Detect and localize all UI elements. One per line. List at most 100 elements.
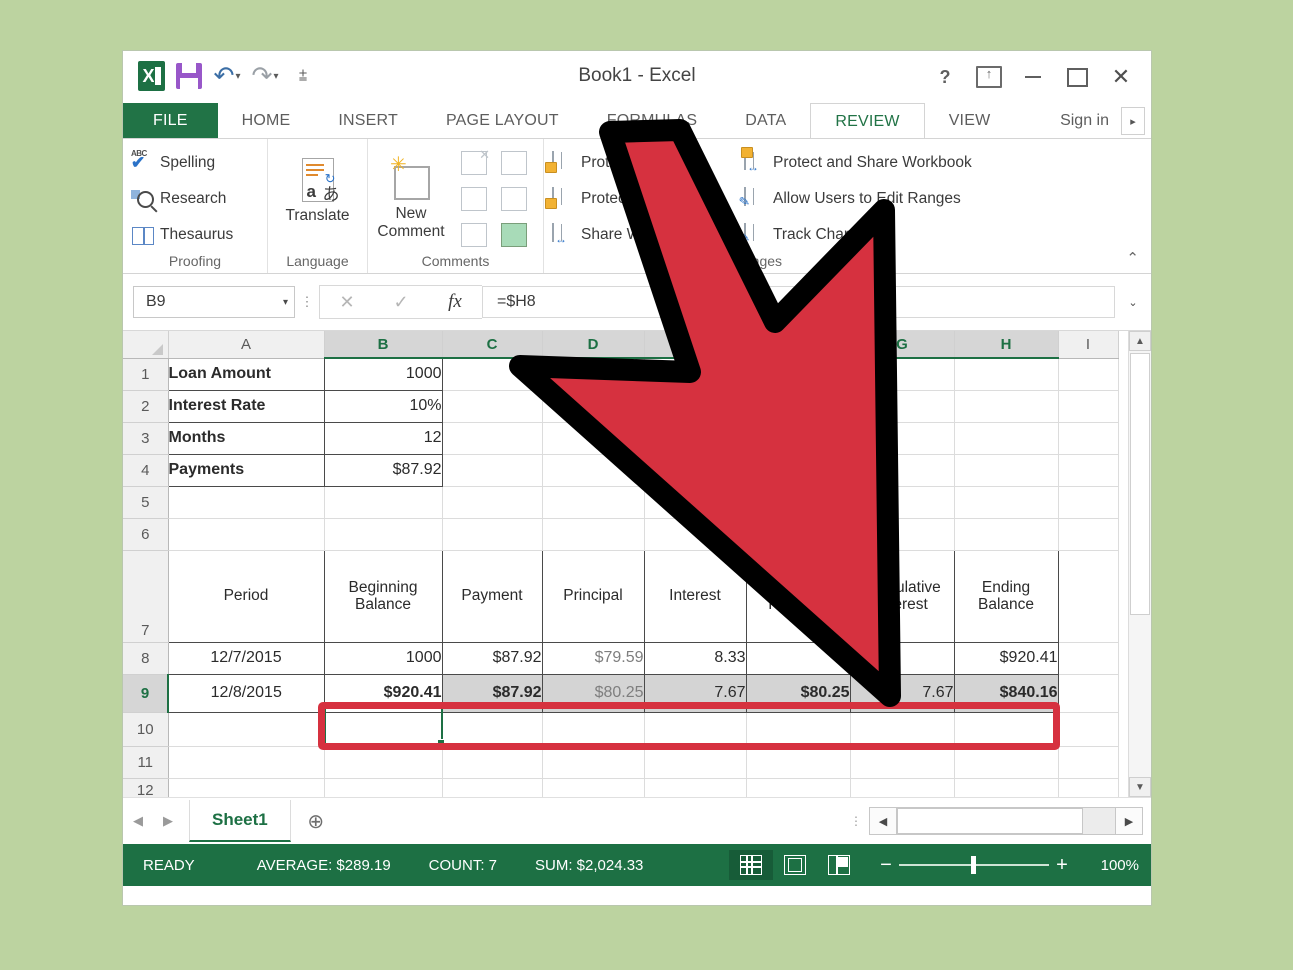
cell-C2[interactable] — [442, 390, 542, 422]
cell-I1[interactable] — [1058, 358, 1118, 390]
cell-C10[interactable] — [442, 712, 542, 746]
scroll-up-icon[interactable]: ▲ — [1129, 331, 1151, 351]
cell-F7[interactable]: Cumulative Principal — [746, 550, 850, 642]
row-header-11[interactable]: 11 — [123, 746, 168, 778]
delete-comment-button[interactable]: ✕ — [454, 145, 494, 181]
cell-B5[interactable] — [324, 486, 442, 518]
cell-G4[interactable] — [850, 454, 954, 486]
col-header-A[interactable]: A — [168, 331, 324, 358]
cell-D7[interactable]: Principal — [542, 550, 644, 642]
cell-E11[interactable] — [644, 746, 746, 778]
row-header-3[interactable]: 3 — [123, 422, 168, 454]
show-hide-comment-button[interactable] — [494, 181, 534, 217]
cell-A5[interactable] — [168, 486, 324, 518]
track-changes-button[interactable]: ✎ Track Changes ▾ — [736, 217, 1036, 253]
cell-H3[interactable] — [954, 422, 1058, 454]
cell-F3[interactable] — [746, 422, 850, 454]
cell-D4[interactable] — [542, 454, 644, 486]
cell-G10[interactable] — [850, 712, 954, 746]
cell-B11[interactable] — [324, 746, 442, 778]
formula-input[interactable]: =$H8 — [482, 286, 1115, 318]
normal-view-icon[interactable] — [729, 850, 773, 880]
cell-E7[interactable]: Interest — [644, 550, 746, 642]
cell-I10[interactable] — [1058, 712, 1118, 746]
cell-D2[interactable] — [542, 390, 644, 422]
scroll-down-icon[interactable]: ▼ — [1129, 777, 1151, 797]
cell-G1[interactable] — [850, 358, 954, 390]
share-workbook-button[interactable]: ↔ Share Workbook — [544, 217, 736, 253]
cell-C5[interactable] — [442, 486, 542, 518]
cell-F11[interactable] — [746, 746, 850, 778]
cell-H6[interactable] — [954, 518, 1058, 550]
cell-G2[interactable] — [850, 390, 954, 422]
cell-F5[interactable] — [746, 486, 850, 518]
cell-E8[interactable]: 8.33 — [644, 642, 746, 674]
horizontal-scrollbar[interactable] — [897, 807, 1115, 835]
cell-A11[interactable] — [168, 746, 324, 778]
cell-H11[interactable] — [954, 746, 1058, 778]
cell-E5[interactable] — [644, 486, 746, 518]
cell-D6[interactable] — [542, 518, 644, 550]
research-button[interactable]: Research — [123, 181, 267, 217]
col-header-D[interactable]: D — [542, 331, 644, 358]
cell-G3[interactable] — [850, 422, 954, 454]
cell-A4[interactable]: Payments — [168, 454, 324, 486]
page-break-preview-icon[interactable] — [817, 850, 861, 880]
sheet-tab-sheet1[interactable]: Sheet1 — [189, 800, 291, 842]
expand-formula-bar-icon[interactable]: ⌄ — [1115, 296, 1151, 309]
cell-G12[interactable] — [850, 778, 954, 797]
thesaurus-button[interactable]: Thesaurus — [123, 217, 267, 253]
cell-B12[interactable] — [324, 778, 442, 797]
cell-B8[interactable]: 1000 — [324, 642, 442, 674]
cell-F8[interactable] — [746, 642, 850, 674]
cell-E6[interactable] — [644, 518, 746, 550]
name-box[interactable]: B9 ▾ — [133, 286, 295, 318]
cell-F6[interactable] — [746, 518, 850, 550]
row-header-1[interactable]: 1 — [123, 358, 168, 390]
zoom-slider-thumb[interactable] — [971, 856, 976, 874]
cell-I5[interactable] — [1058, 486, 1118, 518]
cell-I7[interactable] — [1058, 550, 1118, 642]
hscroll-left-icon[interactable]: ◀ — [869, 807, 897, 835]
cell-A9[interactable]: 12/8/2015 — [168, 674, 324, 712]
cell-A8[interactable]: 12/7/2015 — [168, 642, 324, 674]
row-header-10[interactable]: 10 — [123, 712, 168, 746]
cell-E1[interactable] — [644, 358, 746, 390]
cell-E3[interactable] — [644, 422, 746, 454]
zoom-out-icon[interactable]: − — [873, 854, 899, 877]
allow-users-edit-ranges-button[interactable]: ✎ Allow Users to Edit Ranges — [736, 181, 1036, 217]
col-header-E[interactable]: E — [644, 331, 746, 358]
status-average[interactable]: AVERAGE: $289.19 — [211, 857, 407, 874]
tab-page-layout[interactable]: PAGE LAYOUT — [422, 103, 583, 139]
tab-view[interactable]: VIEW — [925, 103, 1015, 139]
row-header-2[interactable]: 2 — [123, 390, 168, 422]
protect-and-share-workbook-button[interactable]: ↔ Protect and Share Workbook — [736, 145, 1036, 181]
new-sheet-icon[interactable]: ⊕ — [291, 809, 341, 834]
row-header-4[interactable]: 4 — [123, 454, 168, 486]
sign-in-link[interactable]: Sign in — [1048, 103, 1121, 139]
translate-button[interactable]: aあ↻ Translate — [275, 151, 361, 225]
cell-A12[interactable] — [168, 778, 324, 797]
cell-H12[interactable] — [954, 778, 1058, 797]
cell-E10[interactable] — [644, 712, 746, 746]
enter-formula-icon[interactable]: ✓ — [374, 292, 428, 313]
sheet-prev-icon[interactable]: ◀ — [123, 813, 153, 829]
cell-H7[interactable]: Ending Balance — [954, 550, 1058, 642]
cell-F12[interactable] — [746, 778, 850, 797]
cell-G6[interactable] — [850, 518, 954, 550]
cell-C7[interactable]: Payment — [442, 550, 542, 642]
cell-H5[interactable] — [954, 486, 1058, 518]
sheet-next-icon[interactable]: ▶ — [153, 813, 183, 829]
tab-data[interactable]: DATA — [721, 103, 810, 139]
insert-function-icon[interactable]: fx — [428, 291, 482, 313]
cell-A6[interactable] — [168, 518, 324, 550]
show-ink-button[interactable] — [494, 217, 534, 253]
minimize-icon[interactable] — [1011, 61, 1055, 93]
cell-E4[interactable] — [644, 454, 746, 486]
cell-B7[interactable]: Beginning Balance — [324, 550, 442, 642]
collapse-ribbon-icon[interactable]: ⌃ — [1126, 249, 1139, 267]
col-header-C[interactable]: C — [442, 331, 542, 358]
cell-C11[interactable] — [442, 746, 542, 778]
cell-H9[interactable]: $840.16 — [954, 674, 1058, 712]
row-header-5[interactable]: 5 — [123, 486, 168, 518]
